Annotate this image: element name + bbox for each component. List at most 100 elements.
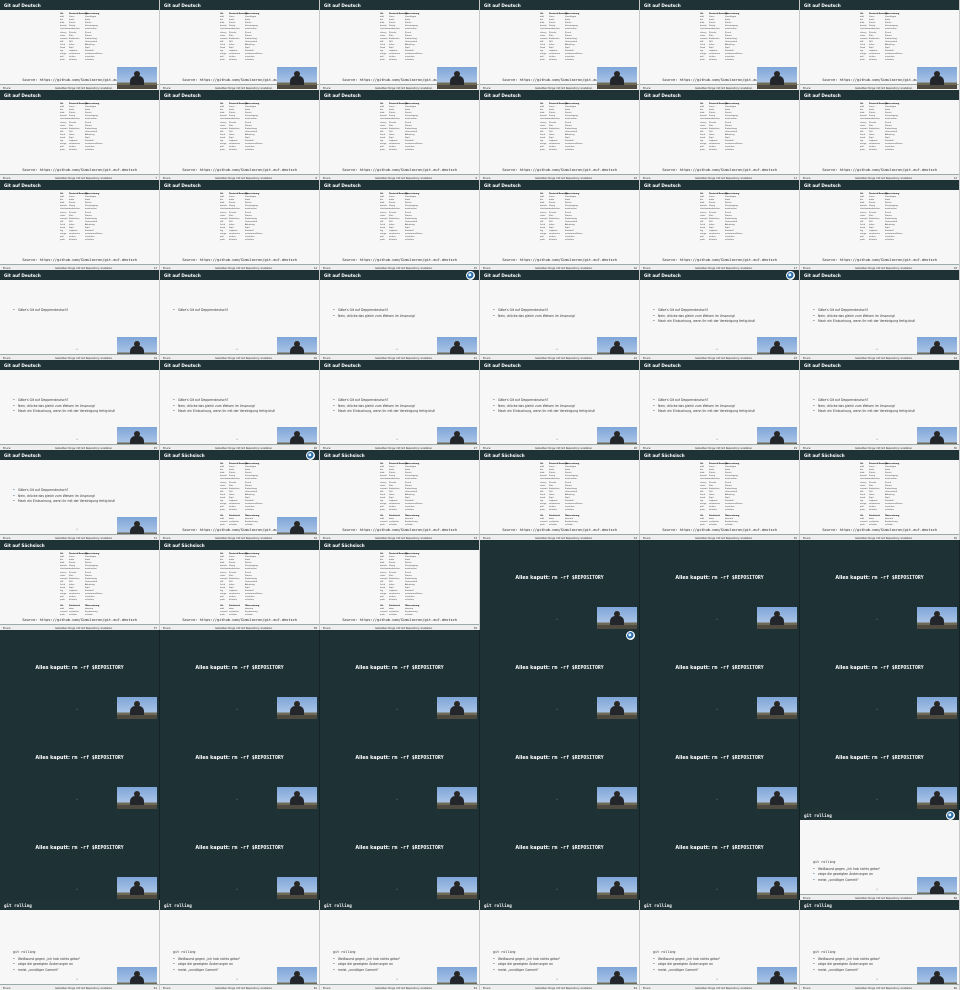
source-link[interactable]: Source: https://github.com/Simulacron/gi… <box>182 258 297 262</box>
slide-thumbnail[interactable]: Git auf Deutsch Gäbe's Git auf Depperndeu… <box>800 270 960 360</box>
slide-thumbnail[interactable]: Git auf Deutsch Git Deutsch/AnzeigeÜberset… <box>0 90 160 180</box>
bullet-list: Gäbe's Git auf Depperndeutsch?Nein, drüc… <box>493 308 575 319</box>
slide-thumbnail[interactable]: Alles kaputt: rm -rf $REPOSITORY ≡ <box>800 720 960 810</box>
slide-thumbnail[interactable]: Git auf Deutsch Git Deutsch/AnzeigeÜberset… <box>480 90 640 180</box>
source-link[interactable]: Source: https://github.com/Simulacron/gi… <box>662 528 777 532</box>
slide-nav-mark: ≡ <box>716 708 719 711</box>
slide-thumbnail[interactable]: Git auf Deutsch Git Deutsch/AnzeigeÜberset… <box>320 0 480 90</box>
slide-thumbnail[interactable]: Git auf Sächsisch Git Deutsch/AnzeigeÜbers… <box>640 450 800 540</box>
slide-thumbnail[interactable]: Git auf Deutsch Git Deutsch/AnzeigeÜberset… <box>640 90 800 180</box>
slide-thumbnail[interactable]: git rollinggit rollingWeißwurst gegen „I… <box>320 900 480 990</box>
footer-page-number: 64 <box>633 986 637 990</box>
source-link[interactable]: Source: https://github.com/Simulacron/gi… <box>662 168 777 172</box>
source-link[interactable]: Source: https://github.com/Simulacron/gi… <box>502 528 617 532</box>
slide-thumbnail[interactable]: Alles kaputt: rm -rf $REPOSITORY ≡ <box>480 630 640 720</box>
slide-thumbnail[interactable]: git rollinggit rollingWeißwurst gegen „I… <box>0 900 160 990</box>
slide-thumbnail[interactable]: Alles kaputt: rm -rf $REPOSITORY ≡ <box>320 810 480 900</box>
slide-thumbnail[interactable]: Alles kaputt: rm -rf $REPOSITORY ≡ <box>640 720 800 810</box>
section-title-code: rm -rf $REPOSITORY <box>391 666 444 671</box>
source-link[interactable]: Source: https://github.com/Simulacron/gi… <box>342 528 457 532</box>
slide-thumbnail[interactable]: git rollinggit rollingWeißwurst gegen „I… <box>800 810 960 900</box>
slide-thumbnail[interactable]: Git auf Sächsisch Git Deutsch/AnzeigeÜbers… <box>160 540 320 630</box>
slide-thumbnail[interactable]: Git auf Sächsisch Git Deutsch/AnzeigeÜbers… <box>320 540 480 630</box>
slide-thumbnail[interactable]: Git auf Deutsch Git Deutsch/AnzeigeÜberset… <box>160 0 320 90</box>
slide-thumbnail[interactable]: Git auf Deutsch Gäbe's Git auf Depperndeu… <box>160 270 320 360</box>
source-link[interactable]: Source: https://github.com/Simulacron/gi… <box>342 618 457 622</box>
source-link[interactable]: Source: https://github.com/Simulacron/gi… <box>502 168 617 172</box>
source-link[interactable]: Source: https://github.com/Simulacron/gi… <box>822 528 937 532</box>
slide-thumbnail[interactable]: Git auf Deutsch Git Deutsch/AnzeigeÜberset… <box>800 180 960 270</box>
slide-thumbnail[interactable]: Git auf Deutsch Gäbe's Git auf Depperndeu… <box>640 270 800 360</box>
slide-thumbnail[interactable]: Git auf Sächsisch Git Deutsch/AnzeigeÜbers… <box>0 540 160 630</box>
slide-thumbnail[interactable]: Alles kaputt: rm -rf $REPOSITORY ≡ <box>480 540 640 630</box>
source-link[interactable]: Source: https://github.com/Simulacron/gi… <box>662 258 777 262</box>
slide-thumbnail[interactable]: Git auf Deutsch Gäbe's Git auf Depperndeu… <box>320 270 480 360</box>
slide-thumbnail[interactable]: Alles kaputt: rm -rf $REPOSITORY ≡ <box>800 630 960 720</box>
slide-thumbnail[interactable]: Git auf Deutsch Git Deutsch/AnzeigeÜberset… <box>320 90 480 180</box>
slide-thumbnail[interactable]: Git auf Deutsch Git Deutsch/AnzeigeÜberset… <box>480 0 640 90</box>
slide-thumbnail[interactable]: Git auf Deutsch Gäbe's Git auf Depperndeu… <box>640 360 800 450</box>
slide-thumbnail[interactable]: Git auf Deutsch Gäbe's Git auf Depperndeu… <box>480 270 640 360</box>
slide-thumbnail[interactable]: Alles kaputt: rm -rf $REPOSITORY ≡ <box>0 810 160 900</box>
source-link[interactable]: Source: https://github.com/Simulacron/gi… <box>342 258 457 262</box>
slide-thumbnail[interactable]: git rollinggit rollingWeißwurst gegen „I… <box>480 900 640 990</box>
table-cell: schiebn <box>69 613 77 616</box>
slide-thumbnail[interactable]: Git auf Sächsisch Git Deutsch/AnzeigeÜbers… <box>160 450 320 540</box>
source-link[interactable]: Source: https://github.com/Simulacron/gi… <box>502 258 617 262</box>
bullet-item: meist „unnötiger Commit“ <box>333 968 400 974</box>
slide-thumbnail[interactable]: Git auf Deutsch Git Deutsch/AnzeigeÜberset… <box>800 0 960 90</box>
slide-thumbnail[interactable]: Git auf Sächsisch Git Deutsch/AnzeigeÜbers… <box>480 450 640 540</box>
slide-thumbnail[interactable]: Git auf Deutsch Git Deutsch/AnzeigeÜberset… <box>800 90 960 180</box>
slide-thumbnail[interactable]: git rollinggit rollingWeißwurst gegen „I… <box>640 900 800 990</box>
slide-thumbnail[interactable]: Git auf Sächsisch Git Deutsch/AnzeigeÜbers… <box>320 450 480 540</box>
source-link[interactable]: Source: https://github.com/Simulacron/gi… <box>822 258 937 262</box>
bullet-list: Gäbe's Git auf Depperndeutsch?Nein, drüc… <box>333 308 415 319</box>
slide-thumbnail[interactable]: git rollinggit rollingWeißwurst gegen „I… <box>160 900 320 990</box>
slide-thumbnail[interactable]: Git auf Deutsch Gäbe's Git auf Depperndeu… <box>320 360 480 450</box>
source-link[interactable]: Source: https://github.com/Simulacron/gi… <box>22 168 137 172</box>
source-link[interactable]: Source: https://github.com/Simulacron/gi… <box>342 168 457 172</box>
slide-thumbnail[interactable]: Git auf Deutsch Gäbe's Git auf Depperndeu… <box>0 360 160 450</box>
slide-thumbnail[interactable]: Alles kaputt: rm -rf $REPOSITORY ≡ <box>640 630 800 720</box>
slide-thumbnail[interactable]: Alles kaputt: rm -rf $REPOSITORY ≡ <box>640 810 800 900</box>
slide-thumbnail[interactable]: Git auf Deutsch Gäbe's Git auf Depperndeu… <box>0 450 160 540</box>
slide-thumbnail[interactable]: Alles kaputt: rm -rf $REPOSITORY ≡ <box>0 630 160 720</box>
slide-thumbnail[interactable]: Git auf Deutsch Git Deutsch/AnzeigeÜberset… <box>160 90 320 180</box>
speaker-desk <box>437 895 477 899</box>
table-cell: drücken <box>69 239 78 242</box>
source-link[interactable]: Source: https://github.com/Simulacron/gi… <box>822 168 937 172</box>
slide-thumbnail[interactable]: Git auf Deutsch Git Deutsch/AnzeigeÜberset… <box>640 0 800 90</box>
source-link[interactable]: Source: https://github.com/Simulacron/gi… <box>22 258 137 262</box>
slide-thumbnail[interactable]: Git auf Deutsch Git Deutsch/AnzeigeÜberset… <box>0 0 160 90</box>
slide-thumbnail[interactable]: Git auf Deutsch Gäbe's Git auf Depperndeu… <box>160 360 320 450</box>
slide-thumbnail[interactable]: Git auf Deutsch Git Deutsch/AnzeigeÜberset… <box>160 180 320 270</box>
bullet-list: Gäbe's Git auf Depperndeutsch?Nein, drüc… <box>333 398 435 415</box>
slide-thumbnail[interactable]: Git auf Deutsch Gäbe's Git auf Depperndeu… <box>480 360 640 450</box>
slide-thumbnail[interactable]: Git auf Deutsch Git Deutsch/AnzeigeÜberset… <box>320 180 480 270</box>
slide-thumbnail[interactable]: Alles kaputt: rm -rf $REPOSITORY ≡ <box>320 630 480 720</box>
speaker-desk <box>437 85 477 89</box>
source-link[interactable]: Source: https://github.com/Simulacron/gi… <box>182 618 297 622</box>
source-link[interactable]: Source: https://github.com/Simulacron/gi… <box>22 618 137 622</box>
speaker-video-overlay <box>597 877 637 899</box>
slide-thumbnail[interactable]: Alles kaputt: rm -rf $REPOSITORY ≡ <box>480 810 640 900</box>
slide-thumbnail[interactable]: Alles kaputt: rm -rf $REPOSITORY ≡ <box>160 720 320 810</box>
slide-thumbnail[interactable]: Alles kaputt: rm -rf $REPOSITORY ≡ <box>480 720 640 810</box>
slide-thumbnail[interactable]: Git auf Deutsch Git Deutsch/AnzeigeÜberset… <box>480 180 640 270</box>
source-link[interactable]: Source: https://github.com/Simulacron/gi… <box>182 168 297 172</box>
table-cell: push <box>220 509 225 512</box>
table-cell: schiebn <box>885 523 893 526</box>
slide-thumbnail[interactable]: Git auf Deutsch Git Deutsch/AnzeigeÜberset… <box>640 180 800 270</box>
slide-thumbnail[interactable]: Alles kaputt: rm -rf $REPOSITORY ≡ <box>640 540 800 630</box>
slide-thumbnail[interactable]: Git auf Sächsisch Git Deutsch/AnzeigeÜbers… <box>800 450 960 540</box>
slide-thumbnail[interactable]: Alles kaputt: rm -rf $REPOSITORY ≡ <box>0 720 160 810</box>
slide-thumbnail[interactable]: Alles kaputt: rm -rf $REPOSITORY ≡ <box>160 630 320 720</box>
slide-thumbnail[interactable]: Git auf Deutsch Gäbe's Git auf Depperndeu… <box>0 270 160 360</box>
slide-thumbnail[interactable]: Alles kaputt: rm -rf $REPOSITORY ≡ <box>800 540 960 630</box>
table-cell: drücken <box>869 59 878 62</box>
slide-thumbnail[interactable]: git rollinggit rollingWeißwurst gegen „I… <box>800 900 960 990</box>
slide-thumbnail[interactable]: Alles kaputt: rm -rf $REPOSITORY ≡ <box>160 810 320 900</box>
slide-thumbnail[interactable]: Git auf Deutsch Gäbe's Git auf Depperndeu… <box>800 360 960 450</box>
slide-thumbnail[interactable]: Git auf Deutsch Git Deutsch/AnzeigeÜberset… <box>0 180 160 270</box>
slide-thumbnail[interactable]: Alles kaputt: rm -rf $REPOSITORY ≡ <box>320 720 480 810</box>
